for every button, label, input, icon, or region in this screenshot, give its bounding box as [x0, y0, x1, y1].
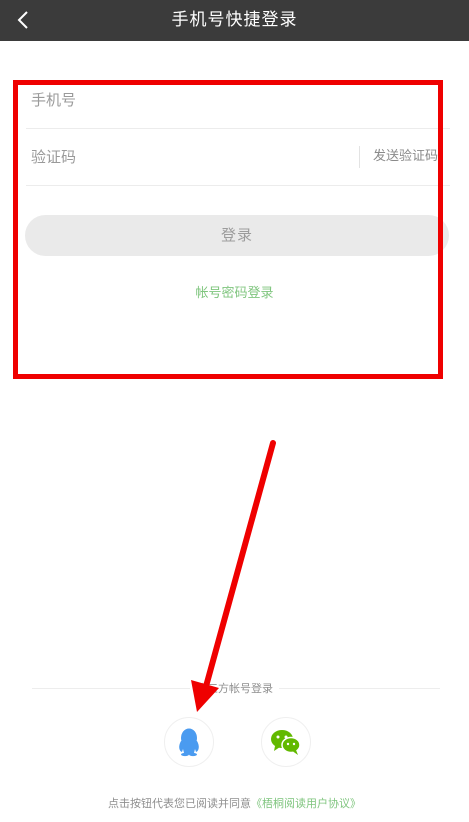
send-code-button[interactable]: 发送验证码	[373, 129, 438, 185]
code-field: 发送验证码	[26, 129, 450, 186]
agreement-text: 点击按钮代表您已阅读并同意《梧桐阅读用户协议》	[0, 795, 469, 811]
user-agreement-link[interactable]: 《梧桐阅读用户协议》	[251, 797, 361, 810]
password-login-link[interactable]: 帐号密码登录	[0, 282, 469, 301]
wechat-icon	[271, 730, 301, 755]
login-button[interactable]: 登录	[25, 215, 449, 256]
phone-field	[26, 72, 450, 129]
verification-code-input[interactable]	[26, 129, 351, 185]
qq-login-button[interactable]	[164, 717, 214, 767]
top-bar: 手机号快捷登录	[0, 0, 469, 41]
login-page: 手机号快捷登录 发送验证码 登录 帐号密码登录 第三方帐号登录	[0, 0, 469, 822]
code-divider	[359, 146, 360, 168]
third-party-label: 第三方帐号登录	[0, 680, 469, 696]
phone-input[interactable]	[26, 72, 351, 128]
third-party-label-text: 第三方帐号登录	[190, 682, 279, 695]
qq-icon	[179, 728, 199, 757]
agreement-prefix: 点击按钮代表您已阅读并同意	[108, 797, 251, 810]
page-title: 手机号快捷登录	[171, 10, 298, 30]
wechat-login-button[interactable]	[261, 717, 311, 767]
